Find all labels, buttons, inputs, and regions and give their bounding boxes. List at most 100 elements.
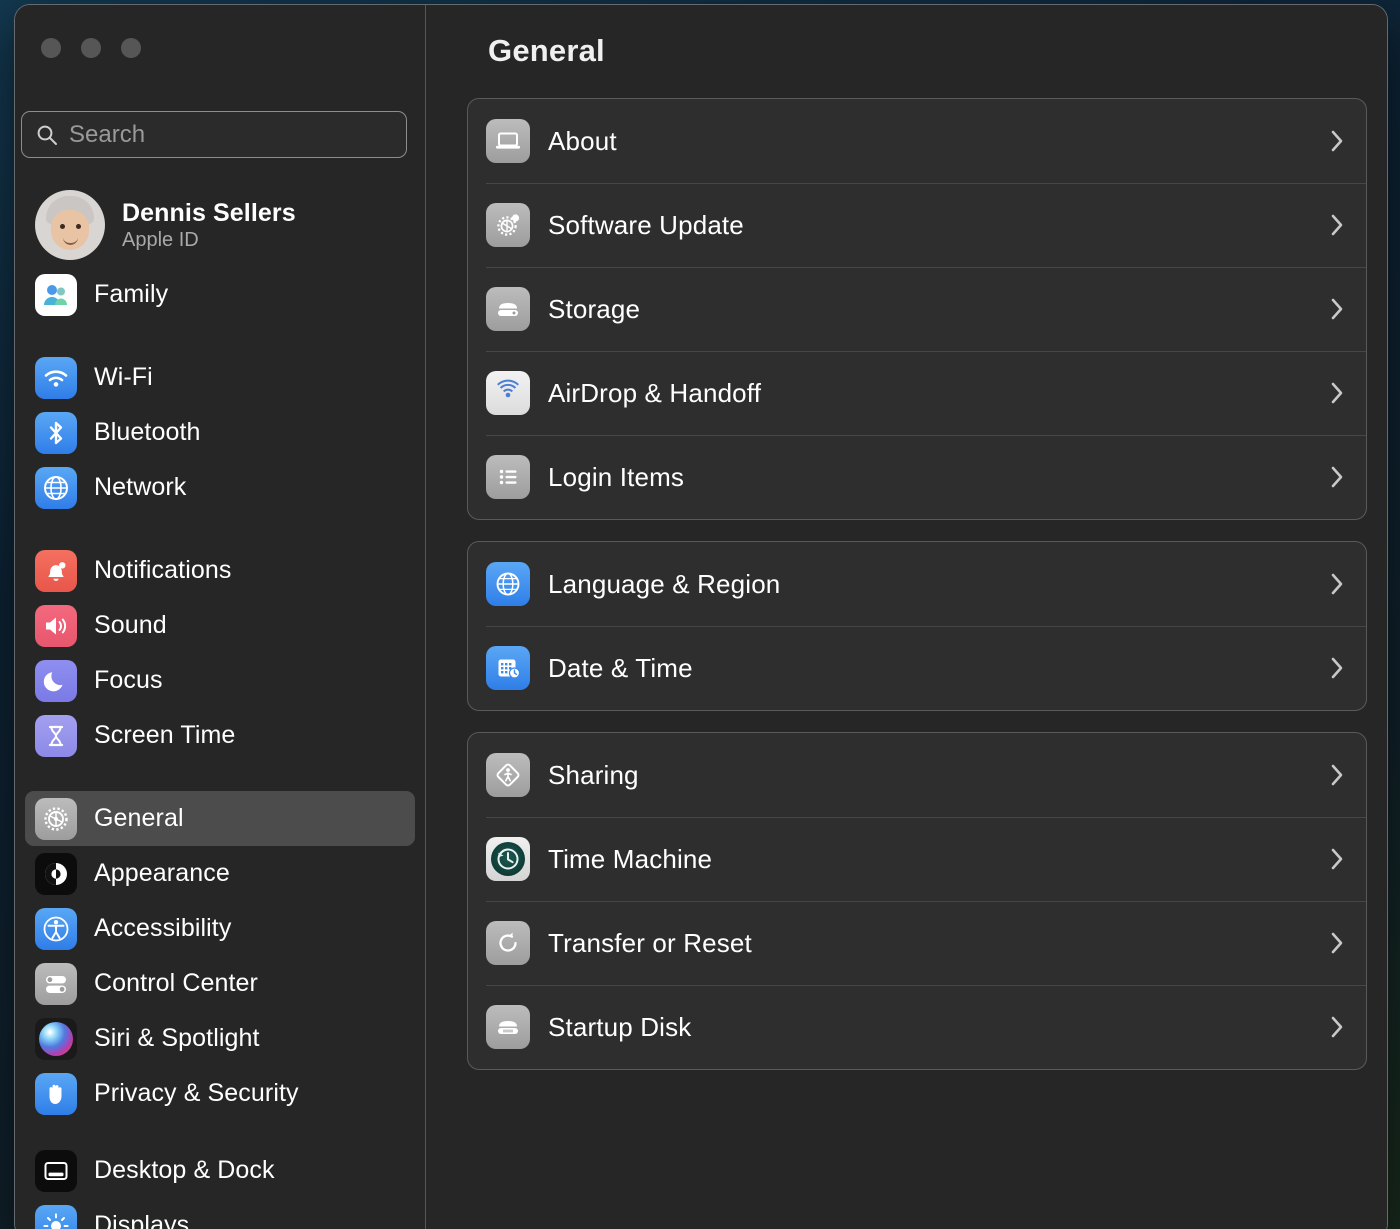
settings-row-language-region[interactable]: Language & Region xyxy=(468,542,1366,626)
sidebar-item-label: Sound xyxy=(94,611,167,640)
sound-icon xyxy=(35,605,77,647)
settings-row-label: Software Update xyxy=(548,210,1329,241)
sidebar-item-displays[interactable]: Displays xyxy=(25,1198,415,1229)
network-icon xyxy=(35,467,77,509)
sidebar-item-label: Screen Time xyxy=(94,721,235,750)
settings-row-airdrop-handoff[interactable]: AirDrop & Handoff xyxy=(468,351,1366,435)
chevron-right-icon xyxy=(1329,463,1346,491)
software-update-gear-icon xyxy=(486,203,530,247)
sidebar-item-general[interactable]: General xyxy=(25,791,415,846)
settings-row-software-update[interactable]: Software Update xyxy=(468,183,1366,267)
sidebar-item-screen-time[interactable]: Screen Time xyxy=(25,708,415,763)
settings-row-startup-disk[interactable]: Startup Disk xyxy=(468,985,1366,1069)
sidebar-item-label: Network xyxy=(94,473,186,502)
laptop-icon xyxy=(486,119,530,163)
account-subtitle: Apple ID xyxy=(122,229,296,252)
focus-icon xyxy=(35,660,77,702)
window-traffic-lights xyxy=(41,38,141,58)
sidebar-item-siri-spotlight[interactable]: Siri & Spotlight xyxy=(25,1011,415,1066)
close-button[interactable] xyxy=(41,38,61,58)
sidebar-item-label: Displays xyxy=(94,1211,189,1229)
chevron-right-icon xyxy=(1329,929,1346,957)
transfer-reset-icon xyxy=(486,921,530,965)
chevron-right-icon xyxy=(1329,211,1346,239)
sidebar-item-label: Desktop & Dock xyxy=(94,1156,275,1185)
sidebar-item-label: Bluetooth xyxy=(94,418,201,447)
sidebar-item-label: General xyxy=(94,804,184,833)
settings-row-sharing[interactable]: Sharing xyxy=(468,733,1366,817)
desktop-dock-icon xyxy=(35,1150,77,1192)
settings-row-time-machine[interactable]: Time Machine xyxy=(468,817,1366,901)
sidebar-item-sound[interactable]: Sound xyxy=(25,598,415,653)
airdrop-icon xyxy=(486,371,530,415)
settings-row-label: AirDrop & Handoff xyxy=(548,378,1329,409)
settings-group-1: About xyxy=(467,98,1367,520)
settings-row-about[interactable]: About xyxy=(468,99,1366,183)
zoom-button[interactable] xyxy=(121,38,141,58)
time-machine-icon xyxy=(486,837,530,881)
control-center-icon xyxy=(35,963,77,1005)
privacy-hand-icon xyxy=(35,1073,77,1115)
chevron-right-icon xyxy=(1329,127,1346,155)
settings-row-label: Language & Region xyxy=(548,569,1329,600)
chevron-right-icon xyxy=(1329,1013,1346,1041)
chevron-right-icon xyxy=(1329,570,1346,598)
appearance-icon xyxy=(35,853,77,895)
sidebar-item-family[interactable]: Family xyxy=(25,267,415,322)
sidebar-item-bluetooth[interactable]: Bluetooth xyxy=(25,405,415,460)
settings-row-label: Time Machine xyxy=(548,844,1329,875)
startup-disk-icon xyxy=(486,1005,530,1049)
accessibility-icon xyxy=(35,908,77,950)
sidebar-item-accessibility[interactable]: Accessibility xyxy=(25,901,415,956)
content-pane: General About xyxy=(426,5,1387,1229)
settings-row-label: Startup Disk xyxy=(548,1012,1329,1043)
sharing-icon xyxy=(486,753,530,797)
sidebar-item-appearance[interactable]: Appearance xyxy=(25,846,415,901)
sidebar-item-label: Control Center xyxy=(94,969,258,998)
settings-row-label: Login Items xyxy=(548,462,1329,493)
sidebar-divider-1 xyxy=(15,322,425,350)
sidebar-item-desktop-dock[interactable]: Desktop & Dock xyxy=(25,1143,415,1198)
search-input[interactable] xyxy=(69,121,392,149)
settings-row-label: About xyxy=(548,126,1329,157)
chevron-right-icon xyxy=(1329,379,1346,407)
sidebar-item-label: Notifications xyxy=(94,556,231,585)
settings-row-storage[interactable]: Storage xyxy=(468,267,1366,351)
sidebar-nav-list: Family Wi-Fi xyxy=(15,267,425,1229)
settings-row-transfer-or-reset[interactable]: Transfer or Reset xyxy=(468,901,1366,985)
sidebar-item-label: Focus xyxy=(94,666,163,695)
login-items-list-icon xyxy=(486,455,530,499)
minimize-button[interactable] xyxy=(81,38,101,58)
settings-row-date-time[interactable]: Date & Time xyxy=(468,626,1366,710)
chevron-right-icon xyxy=(1329,761,1346,789)
settings-row-login-items[interactable]: Login Items xyxy=(468,435,1366,519)
settings-row-label: Date & Time xyxy=(548,653,1329,684)
sidebar-item-label: Privacy & Security xyxy=(94,1079,299,1108)
sidebar-item-label: Siri & Spotlight xyxy=(94,1024,260,1053)
sidebar-item-privacy-security[interactable]: Privacy & Security xyxy=(25,1066,415,1121)
sidebar-item-notifications[interactable]: Notifications xyxy=(25,543,415,598)
sidebar-item-label: Accessibility xyxy=(94,914,231,943)
sidebar-item-wi-fi[interactable]: Wi-Fi xyxy=(25,350,415,405)
family-icon xyxy=(35,274,77,316)
search-field[interactable] xyxy=(21,111,407,158)
desktop-background: Dennis Sellers Apple ID Famil xyxy=(0,0,1400,1229)
sidebar-item-focus[interactable]: Focus xyxy=(25,653,415,708)
chevron-right-icon xyxy=(1329,295,1346,323)
sidebar-item-label: Appearance xyxy=(94,859,230,888)
notifications-icon xyxy=(35,550,77,592)
search-icon xyxy=(36,124,58,146)
sidebar-item-control-center[interactable]: Control Center xyxy=(25,956,415,1011)
settings-group-2: Language & Region xyxy=(467,541,1367,711)
settings-groups: About xyxy=(467,98,1367,1091)
storage-drive-icon xyxy=(486,287,530,331)
sidebar-item-label: Wi-Fi xyxy=(94,363,153,392)
sidebar-divider-4 xyxy=(15,1121,425,1143)
avatar xyxy=(35,190,105,260)
sidebar-item-network[interactable]: Network xyxy=(25,460,415,515)
general-gear-icon xyxy=(35,798,77,840)
system-settings-window: Dennis Sellers Apple ID Famil xyxy=(14,4,1388,1229)
sidebar-divider-2 xyxy=(15,515,425,543)
apple-id-account-row[interactable]: Dennis Sellers Apple ID xyxy=(25,186,415,264)
siri-icon xyxy=(35,1018,77,1060)
